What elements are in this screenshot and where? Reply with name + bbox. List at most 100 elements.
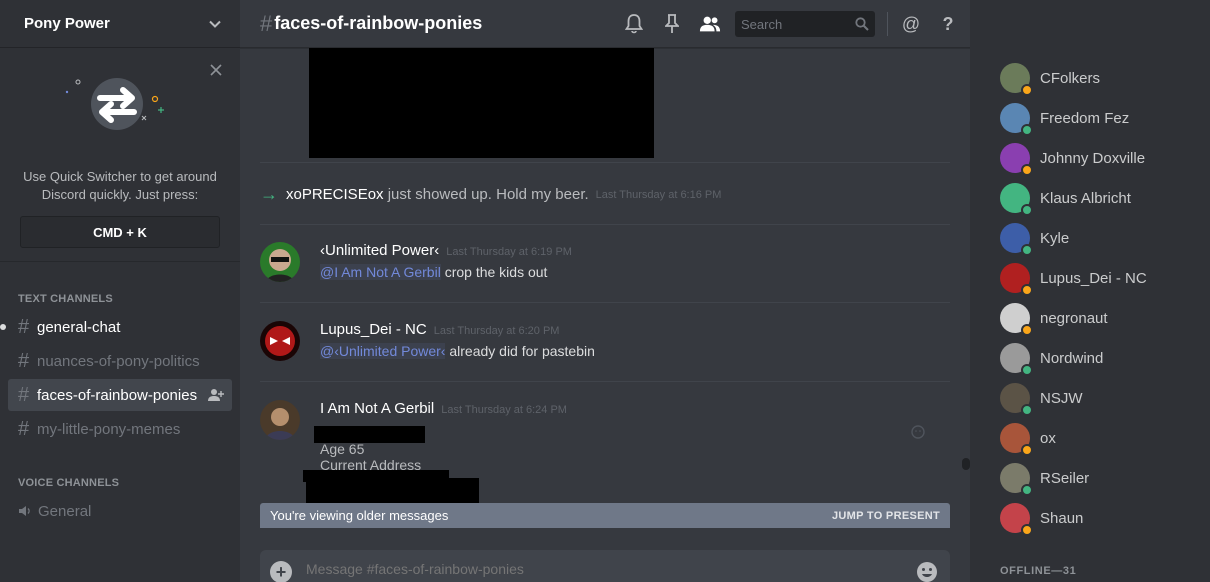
status-online-icon <box>1021 124 1033 136</box>
status-idle-icon <box>1021 164 1033 176</box>
member-avatar <box>1000 263 1033 296</box>
member-item[interactable]: Shaun <box>1000 498 1200 538</box>
avatar[interactable] <box>260 400 300 440</box>
add-reaction-icon[interactable] <box>910 424 926 440</box>
category-text-channels[interactable]: TEXT CHANNELS <box>0 293 113 305</box>
member-list: CFolkers Freedom Fez Johnny Doxville Klaus … <box>970 0 1210 582</box>
message-timestamp: Last Thursday at 6:24 PM <box>441 404 567 416</box>
member-avatar <box>1000 343 1033 376</box>
create-invite-icon[interactable] <box>208 388 224 402</box>
member-avatar <box>1000 103 1033 136</box>
message-divider <box>260 162 950 163</box>
member-avatar <box>1000 383 1033 416</box>
message-content: @I Am Not A Gerbil crop the kids out <box>320 264 547 280</box>
member-avatar <box>1000 463 1033 496</box>
member-item[interactable]: Kyle <box>1000 218 1200 258</box>
system-join-message: → xoPRECISEox just showed up. Hold my be… <box>260 184 721 205</box>
toolbar-divider <box>887 12 888 36</box>
channel-label: faces-of-rainbow-ponies <box>37 386 198 404</box>
channel-general-chat[interactable]: # general-chat <box>0 311 232 343</box>
status-online-icon <box>1021 404 1033 416</box>
channel-nuances-of-pony-politics[interactable]: # nuances-of-pony-politics <box>8 345 232 377</box>
channel-faces-of-rainbow-ponies[interactable]: # faces-of-rainbow-ponies <box>8 379 232 411</box>
mentions-icon[interactable]: @ <box>900 14 922 35</box>
user-mention[interactable]: @‹Unlimited Power‹ <box>320 343 446 359</box>
message-author[interactable]: ‹Unlimited Power‹ <box>320 242 439 259</box>
header-toolbar: Search @ ? <box>607 0 970 48</box>
speaker-icon <box>19 506 30 516</box>
member-name: Klaus Albricht <box>1040 189 1131 207</box>
status-idle-icon <box>1021 84 1033 96</box>
message-text-line: Age 65 <box>320 441 365 457</box>
member-avatar <box>1000 143 1033 176</box>
message-timestamp: Last Thursday at 6:19 PM <box>446 246 572 258</box>
guild-header[interactable]: Pony Power <box>0 0 240 48</box>
channel-sidebar: Pony Power Use Quick Switcher to get aro… <box>0 0 240 582</box>
avatar[interactable] <box>260 321 300 361</box>
member-avatar <box>1000 63 1033 96</box>
member-item[interactable]: Klaus Albricht <box>1000 178 1200 218</box>
member-item[interactable]: Lupus_Dei - NC <box>1000 258 1200 298</box>
category-voice-channels[interactable]: VOICE CHANNELS <box>0 477 119 489</box>
message-composer: + <box>260 550 950 582</box>
switch-arrows-icon <box>65 78 164 130</box>
unread-indicator <box>0 324 6 330</box>
member-name: CFolkers <box>1040 69 1101 87</box>
message-list: → xoPRECISEox just showed up. Hold my be… <box>240 48 970 536</box>
older-messages-bar: You're viewing older messages JUMP TO PR… <box>260 503 950 528</box>
pin-icon[interactable] <box>661 13 683 35</box>
avatar[interactable] <box>260 242 300 282</box>
chevron-down-icon[interactable] <box>208 17 222 31</box>
system-username[interactable]: xoPRECISEox <box>286 186 384 203</box>
search-placeholder: Search <box>741 16 783 32</box>
close-icon[interactable] <box>210 64 222 76</box>
hash-icon: # <box>18 383 30 406</box>
older-messages-text: You're viewing older messages <box>270 508 449 523</box>
status-online-icon <box>1021 484 1033 496</box>
message-author[interactable]: I Am Not A Gerbil <box>320 400 434 417</box>
help-icon[interactable]: ? <box>938 14 958 35</box>
search-box[interactable]: Search <box>735 11 875 37</box>
member-name: Johnny Doxville <box>1040 149 1146 167</box>
message-group: ‹Unlimited Power‹ Last Thursday at 6:19 … <box>260 242 950 292</box>
voice-channel-general[interactable]: General <box>8 495 232 527</box>
jump-to-present-button[interactable]: JUMP TO PRESENT <box>832 510 940 522</box>
member-item[interactable]: ox <box>1000 418 1200 458</box>
system-text: just showed up. Hold my beer. <box>383 186 589 203</box>
upload-plus-icon[interactable]: + <box>270 561 292 582</box>
status-online-icon <box>1021 244 1033 256</box>
message-timestamp: Last Thursday at 6:20 PM <box>433 325 560 337</box>
member-name: Kyle <box>1040 229 1070 247</box>
hash-icon: # <box>260 10 273 36</box>
notification-bell-icon[interactable] <box>623 13 645 35</box>
channel-my-little-pony-memes[interactable]: # my-little-pony-memes <box>8 413 232 445</box>
message-header: Lupus_Dei - NC Last Thursday at 6:20 PM <box>320 321 559 338</box>
member-item[interactable]: CFolkers <box>1000 58 1200 98</box>
user-mention[interactable]: @I Am Not A Gerbil <box>320 264 441 280</box>
hash-icon: # <box>18 417 30 440</box>
member-item[interactable]: NSJW <box>1000 378 1200 418</box>
scrollbar-thumb[interactable] <box>962 458 970 470</box>
message-text: already did for pastebin <box>445 343 595 359</box>
member-item[interactable]: Nordwind <box>1000 338 1200 378</box>
message-author[interactable]: Lupus_Dei - NC <box>320 321 427 338</box>
status-idle-icon <box>1021 444 1033 456</box>
member-item[interactable]: RSeiler <box>1000 458 1200 498</box>
status-online-icon <box>1021 204 1033 216</box>
hash-icon: # <box>18 349 30 372</box>
member-name: Freedom Fez <box>1040 109 1130 127</box>
status-online-icon <box>1021 364 1033 376</box>
status-idle-icon <box>1021 324 1033 336</box>
member-avatar <box>1000 423 1033 456</box>
member-item[interactable]: Freedom Fez <box>1000 98 1200 138</box>
join-arrow-icon: → <box>260 184 278 204</box>
emoji-icon[interactable] <box>916 561 938 582</box>
member-item[interactable]: Johnny Doxville <box>1000 138 1200 178</box>
member-list-icon[interactable] <box>699 13 721 35</box>
chat-area: # faces-of-rainbow-ponies Search @ ? → x… <box>240 0 970 582</box>
message-input[interactable] <box>306 561 866 577</box>
search-icon <box>855 17 869 31</box>
message-divider <box>260 381 950 382</box>
member-item[interactable]: negronaut <box>1000 298 1200 338</box>
member-name: Shaun <box>1040 509 1084 527</box>
